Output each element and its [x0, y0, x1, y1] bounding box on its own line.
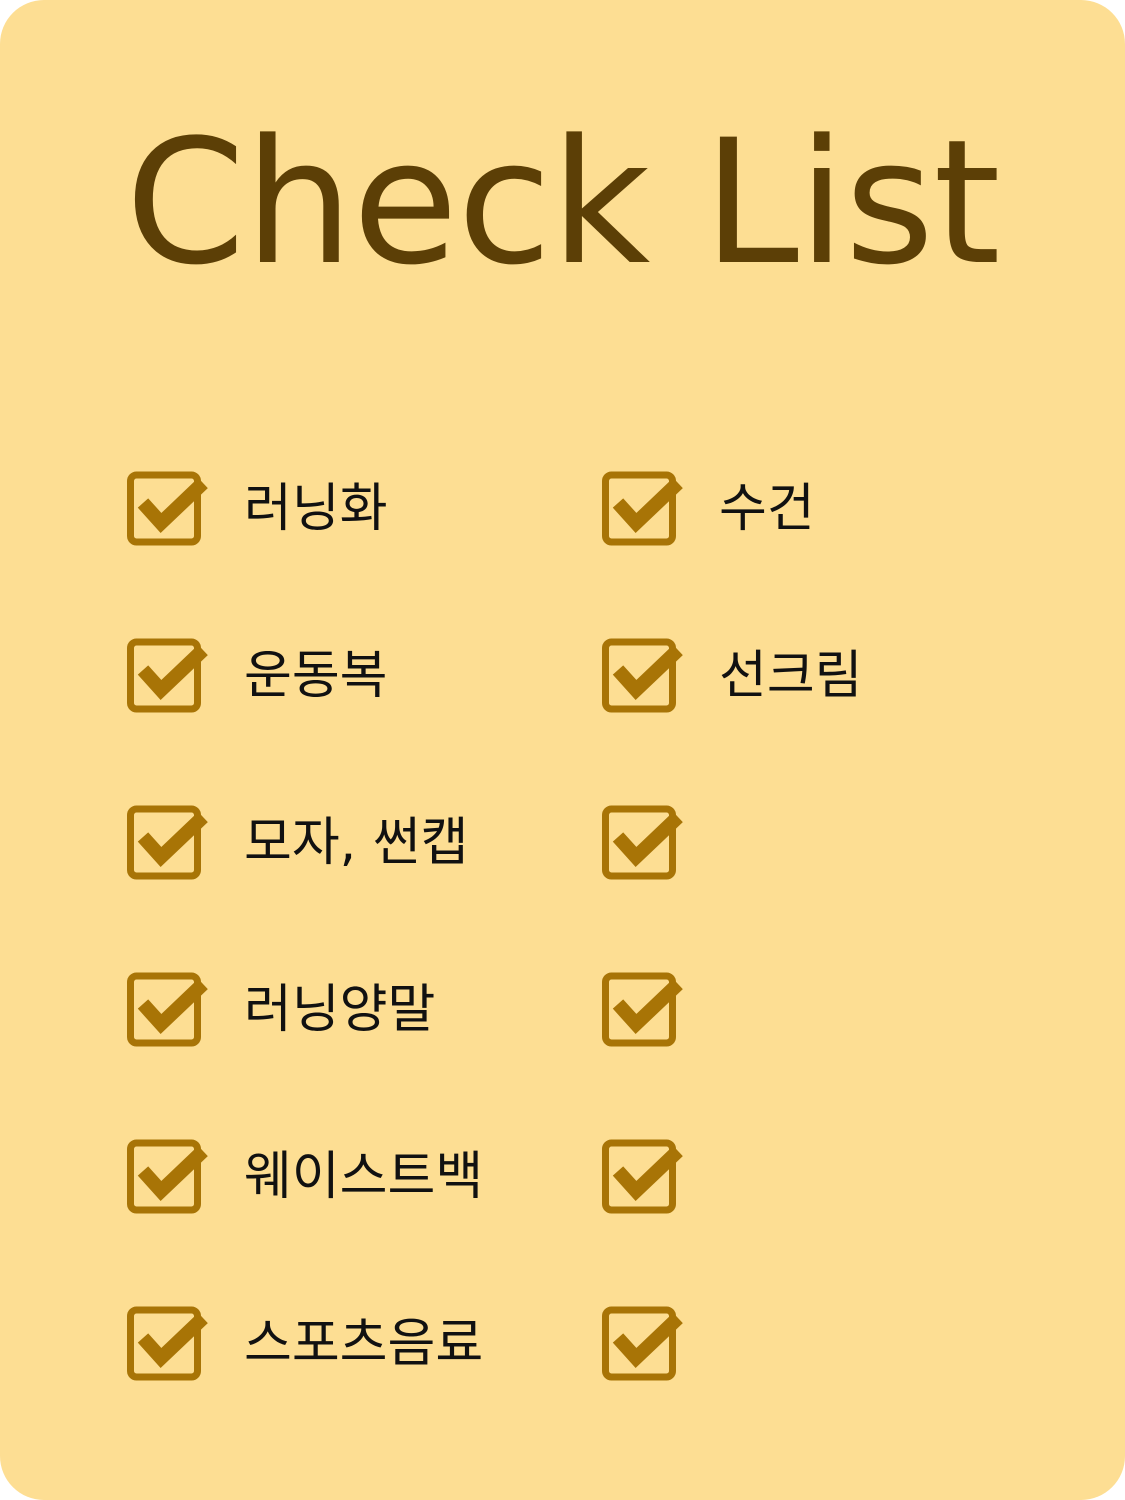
- checkbox-checked-icon[interactable]: [126, 635, 210, 715]
- checklist-item-label: 운동복: [244, 646, 388, 706]
- checklist-item-label: 모자, 썬캡: [244, 813, 469, 873]
- checkbox-checked-icon[interactable]: [126, 1303, 210, 1383]
- checkbox-checked-icon[interactable]: [601, 1303, 685, 1383]
- checkbox-checked-icon[interactable]: [126, 468, 210, 548]
- checklist-item[interactable]: 스포츠음료: [126, 1303, 546, 1470]
- checklist-item-label: 수건: [719, 479, 815, 539]
- checklist-item[interactable]: 운동복: [126, 635, 546, 802]
- checklist-item[interactable]: 러닝화: [126, 468, 546, 635]
- checklist-column-right: 수건선크림: [601, 468, 1021, 1470]
- checklist-item[interactable]: 러닝양말: [126, 969, 546, 1136]
- checklist-item[interactable]: [601, 1303, 1021, 1470]
- checkbox-checked-icon[interactable]: [126, 969, 210, 1049]
- checkbox-checked-icon[interactable]: [601, 635, 685, 715]
- checklist-item-label: 러닝양말: [244, 980, 436, 1040]
- checkbox-checked-icon[interactable]: [126, 1136, 210, 1216]
- page-title: Check List: [125, 102, 1000, 303]
- checkbox-checked-icon[interactable]: [126, 802, 210, 882]
- checklist-item-label: 스포츠음료: [244, 1314, 484, 1374]
- checklist-column-left: 러닝화운동복모자, 썬캡러닝양말웨이스트백스포츠음료: [126, 468, 546, 1470]
- checklist-item[interactable]: [601, 969, 1021, 1136]
- checklist-item[interactable]: 모자, 썬캡: [126, 802, 546, 969]
- checklist-card: Check List 러닝화운동복모자, 썬캡러닝양말웨이스트백스포츠음료 수건…: [0, 0, 1125, 1500]
- checklist-item[interactable]: 수건: [601, 468, 1021, 635]
- checkbox-checked-icon[interactable]: [601, 1136, 685, 1216]
- checklist-item-label: 선크림: [719, 646, 863, 706]
- checklist-item[interactable]: 선크림: [601, 635, 1021, 802]
- checklist-item[interactable]: 웨이스트백: [126, 1136, 546, 1303]
- checkbox-checked-icon[interactable]: [601, 802, 685, 882]
- checkbox-checked-icon[interactable]: [601, 969, 685, 1049]
- checklist-item[interactable]: [601, 802, 1021, 969]
- checklist-item-label: 웨이스트백: [244, 1147, 484, 1207]
- checkbox-checked-icon[interactable]: [601, 468, 685, 548]
- checklist-item[interactable]: [601, 1136, 1021, 1303]
- checklist-item-label: 러닝화: [244, 479, 388, 539]
